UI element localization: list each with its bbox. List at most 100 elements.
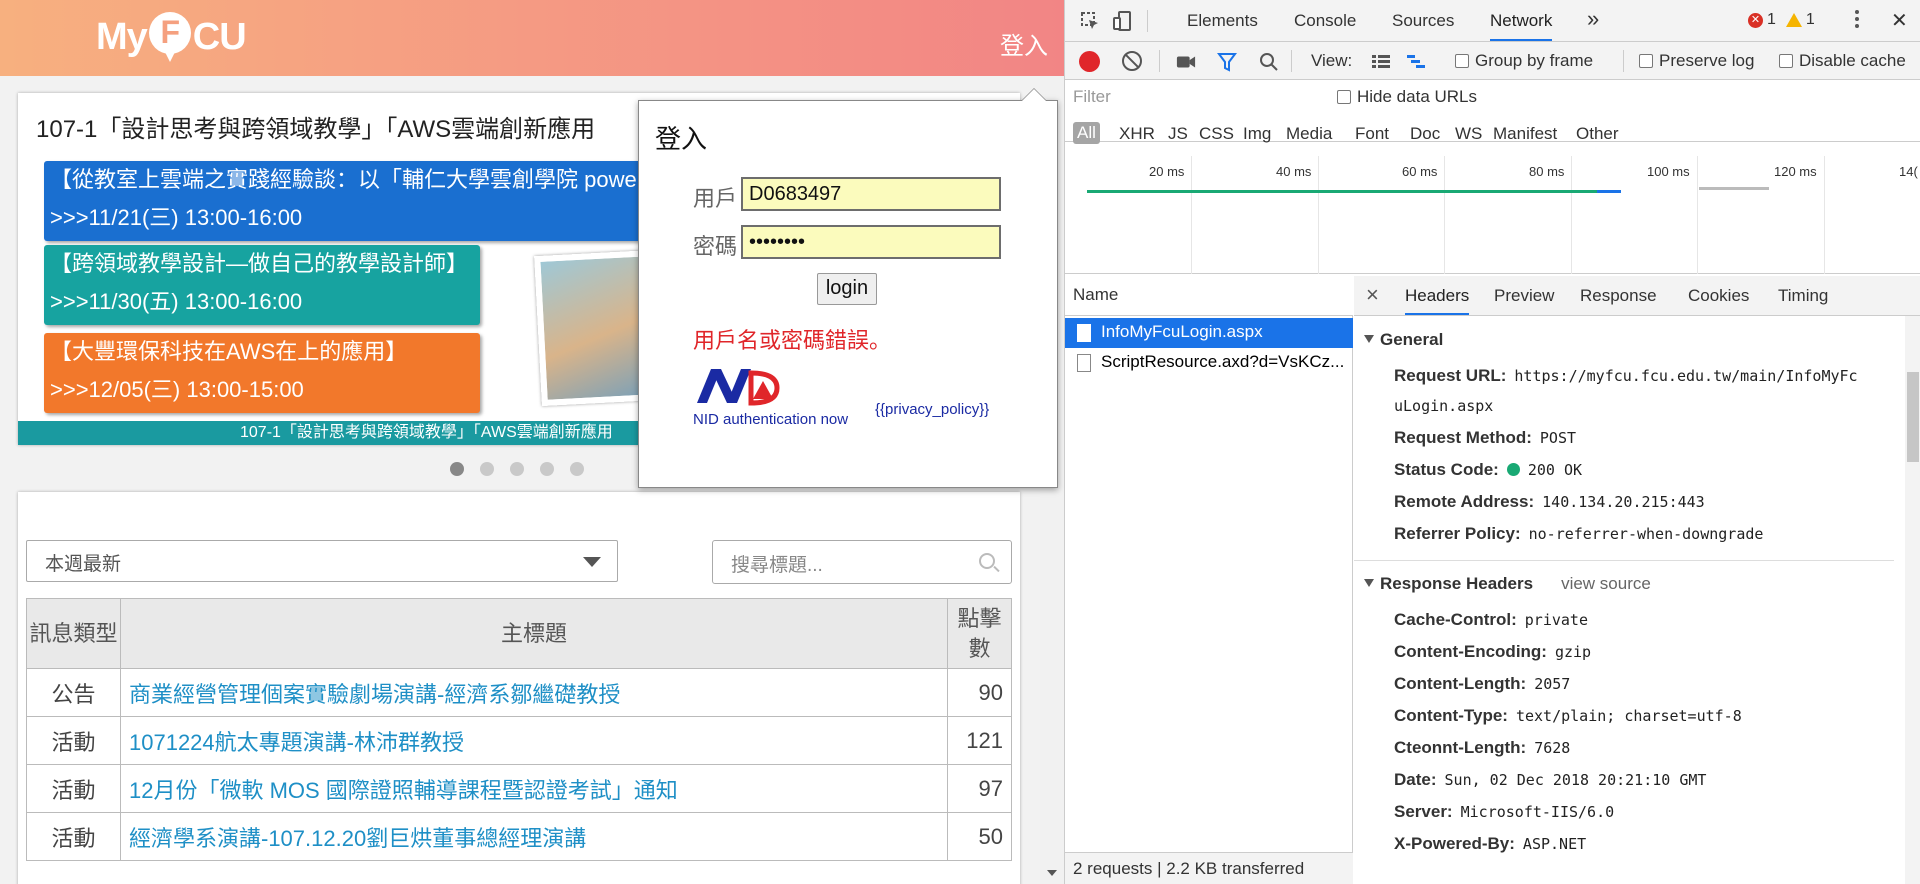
- tab-response[interactable]: Response: [1580, 286, 1657, 306]
- cell-title-link[interactable]: 商業經營管理個案實驗劇場演講-經濟系鄒繼礎教授: [120, 668, 948, 717]
- section-divider: [1354, 560, 1894, 561]
- cell-title-link[interactable]: 經濟學系演講-107.12.20劉巨烘董事總經理演講: [120, 812, 948, 861]
- waterfall-overview-icon[interactable]: [1406, 52, 1426, 72]
- myfcu-logo[interactable]: My F CU: [96, 8, 247, 66]
- type-filter-xhr[interactable]: XHR: [1119, 124, 1155, 144]
- col-header-hits[interactable]: 點擊數: [947, 598, 1012, 669]
- scroll-down-arrow-icon[interactable]: [1047, 870, 1057, 876]
- request-row[interactable]: InfoMyFcuLogin.aspx: [1065, 318, 1353, 348]
- remote-address-row: Remote Address: 140.134.20.215:443: [1394, 492, 1705, 512]
- type-filter-other[interactable]: Other: [1576, 124, 1619, 144]
- privacy-policy-link[interactable]: {{privacy_policy}}: [875, 401, 989, 418]
- request-row[interactable]: ScriptResource.axd?d=VsKCz...: [1065, 348, 1353, 378]
- filter-input[interactable]: Filter: [1073, 87, 1321, 111]
- banner-title: 107-1「設計思考與跨領域教學」「AWS雲端創新應用: [36, 116, 596, 143]
- kv-value: gzip: [1554, 643, 1592, 661]
- request-name: InfoMyFcuLogin.aspx: [1101, 322, 1263, 341]
- devtools-menu-icon[interactable]: [1855, 10, 1859, 32]
- more-tabs-chevron[interactable]: »: [1587, 6, 1599, 32]
- tab-console[interactable]: Console: [1294, 11, 1356, 31]
- response-headers-toggle[interactable]: Response Headers view source: [1364, 574, 1651, 594]
- warning-icon: [1785, 13, 1802, 27]
- tab-network[interactable]: Network: [1490, 11, 1553, 41]
- request-detail-pane: × Headers Preview Response Cookies Timin…: [1354, 276, 1920, 884]
- scrollbar-thumb[interactable]: [1907, 372, 1919, 462]
- large-rows-icon[interactable]: [1371, 52, 1391, 72]
- disable-cache-checkbox[interactable]: Disable cache: [1779, 51, 1906, 71]
- carousel-dot[interactable]: [570, 462, 584, 476]
- preserve-log-checkbox[interactable]: Preserve log: [1639, 51, 1754, 71]
- request-url-row: Request URL: https://myfcu.fcu.edu.tw/mai…: [1394, 366, 1858, 386]
- kv-key: Cteonnt-Length:: [1394, 738, 1527, 757]
- carousel-dot[interactable]: [540, 462, 554, 476]
- separator: [1159, 50, 1160, 72]
- banner-event-2: 【跨領域教學設計—做自己的教學設計師】 >>>11/30(五) 13:00-16…: [44, 245, 480, 325]
- tick-line: [1824, 156, 1825, 274]
- timeline-bar: [1087, 190, 1621, 193]
- password-field[interactable]: ••••••••: [741, 225, 1001, 259]
- kv-value: ASP.NET: [1522, 835, 1587, 853]
- nid-caption[interactable]: NID authentication now: [693, 411, 848, 428]
- hide-data-urls-checkbox[interactable]: Hide data URLs: [1337, 87, 1477, 107]
- close-devtools-button[interactable]: ✕: [1891, 8, 1908, 33]
- tab-headers[interactable]: Headers: [1405, 286, 1470, 315]
- response-header-row: Server: Microsoft-IIS/6.0: [1394, 802, 1614, 822]
- tick-label: 60 ms: [1402, 164, 1438, 179]
- kv-value: Microsoft-IIS/6.0: [1460, 803, 1615, 821]
- kv-key: Cache-Control:: [1394, 610, 1517, 629]
- record-button[interactable]: [1079, 51, 1100, 72]
- tab-preview[interactable]: Preview: [1494, 286, 1554, 306]
- carousel-dot[interactable]: [510, 462, 524, 476]
- tick-line: [1697, 156, 1698, 274]
- inspect-element-icon[interactable]: [1080, 11, 1100, 31]
- period-filter-select[interactable]: 本週最新: [26, 540, 618, 582]
- cell-type: 公告: [26, 668, 121, 717]
- col-header-title[interactable]: 主標題: [120, 598, 948, 669]
- type-filter-all[interactable]: All: [1073, 122, 1100, 144]
- preserve-log-label: Preserve log: [1659, 51, 1755, 70]
- type-filter-media[interactable]: Media: [1286, 124, 1332, 144]
- type-filter-img[interactable]: Img: [1243, 124, 1271, 144]
- screenshot-camera-icon[interactable]: [1176, 52, 1196, 72]
- tab-sources[interactable]: Sources: [1392, 11, 1454, 31]
- close-detail-icon[interactable]: ×: [1366, 282, 1379, 308]
- type-filter-doc[interactable]: Doc: [1410, 124, 1440, 144]
- username-field[interactable]: D0683497: [741, 177, 1001, 211]
- view-source-link[interactable]: view source: [1561, 574, 1651, 593]
- event-time: >>>11/30(五) 13:00-16:00: [50, 289, 303, 314]
- cell-title-link[interactable]: 12月份「微軟 MOS 國際證照輔導課程暨認證考試」通知: [120, 764, 948, 813]
- response-header-row: X-Powered-By: ASP.NET: [1394, 834, 1586, 854]
- type-filter-font[interactable]: Font: [1355, 124, 1389, 144]
- group-by-frame-checkbox[interactable]: Group by frame: [1455, 51, 1593, 71]
- type-filter-js[interactable]: JS: [1168, 124, 1188, 144]
- issues-counter[interactable]: ✕ 1 1: [1748, 11, 1815, 29]
- carousel-dot[interactable]: [450, 462, 464, 476]
- title-search-input[interactable]: 搜尋標題...: [712, 540, 1012, 584]
- username-label: 用戶: [693, 186, 738, 211]
- login-link[interactable]: 登入: [1000, 26, 1048, 61]
- view-label: View:: [1311, 51, 1353, 70]
- tab-cookies[interactable]: Cookies: [1688, 286, 1749, 306]
- popup-caret: [1021, 88, 1047, 101]
- tab-elements[interactable]: Elements: [1187, 11, 1258, 31]
- device-toolbar-icon[interactable]: [1113, 11, 1133, 31]
- type-filter-css[interactable]: CSS: [1199, 124, 1234, 144]
- logo-text-cu: CU: [192, 15, 247, 58]
- search-icon[interactable]: [1259, 52, 1279, 72]
- filter-funnel-icon[interactable]: [1217, 52, 1237, 72]
- nid-logo-icon[interactable]: [693, 363, 783, 409]
- type-filter-ws[interactable]: WS: [1455, 124, 1482, 144]
- name-column-header[interactable]: Name: [1065, 276, 1353, 316]
- type-filter-manifest[interactable]: Manifest: [1493, 124, 1557, 144]
- general-section-toggle[interactable]: General: [1364, 330, 1443, 350]
- search-icon[interactable]: [979, 553, 995, 569]
- col-header-type[interactable]: 訊息類型: [26, 598, 121, 669]
- request-url-row-cont: uLogin.aspx: [1394, 396, 1493, 416]
- network-overview-timeline[interactable]: 20 ms 40 ms 60 ms 80 ms 100 ms 120 ms 14…: [1065, 156, 1920, 274]
- clear-icon[interactable]: [1122, 51, 1142, 71]
- detail-scrollbar[interactable]: [1905, 316, 1920, 884]
- tab-timing[interactable]: Timing: [1778, 286, 1828, 306]
- carousel-dot[interactable]: [480, 462, 494, 476]
- cell-title-link[interactable]: 1071224航太專題演講-林沛群教授: [120, 716, 948, 765]
- login-button[interactable]: login: [817, 273, 877, 305]
